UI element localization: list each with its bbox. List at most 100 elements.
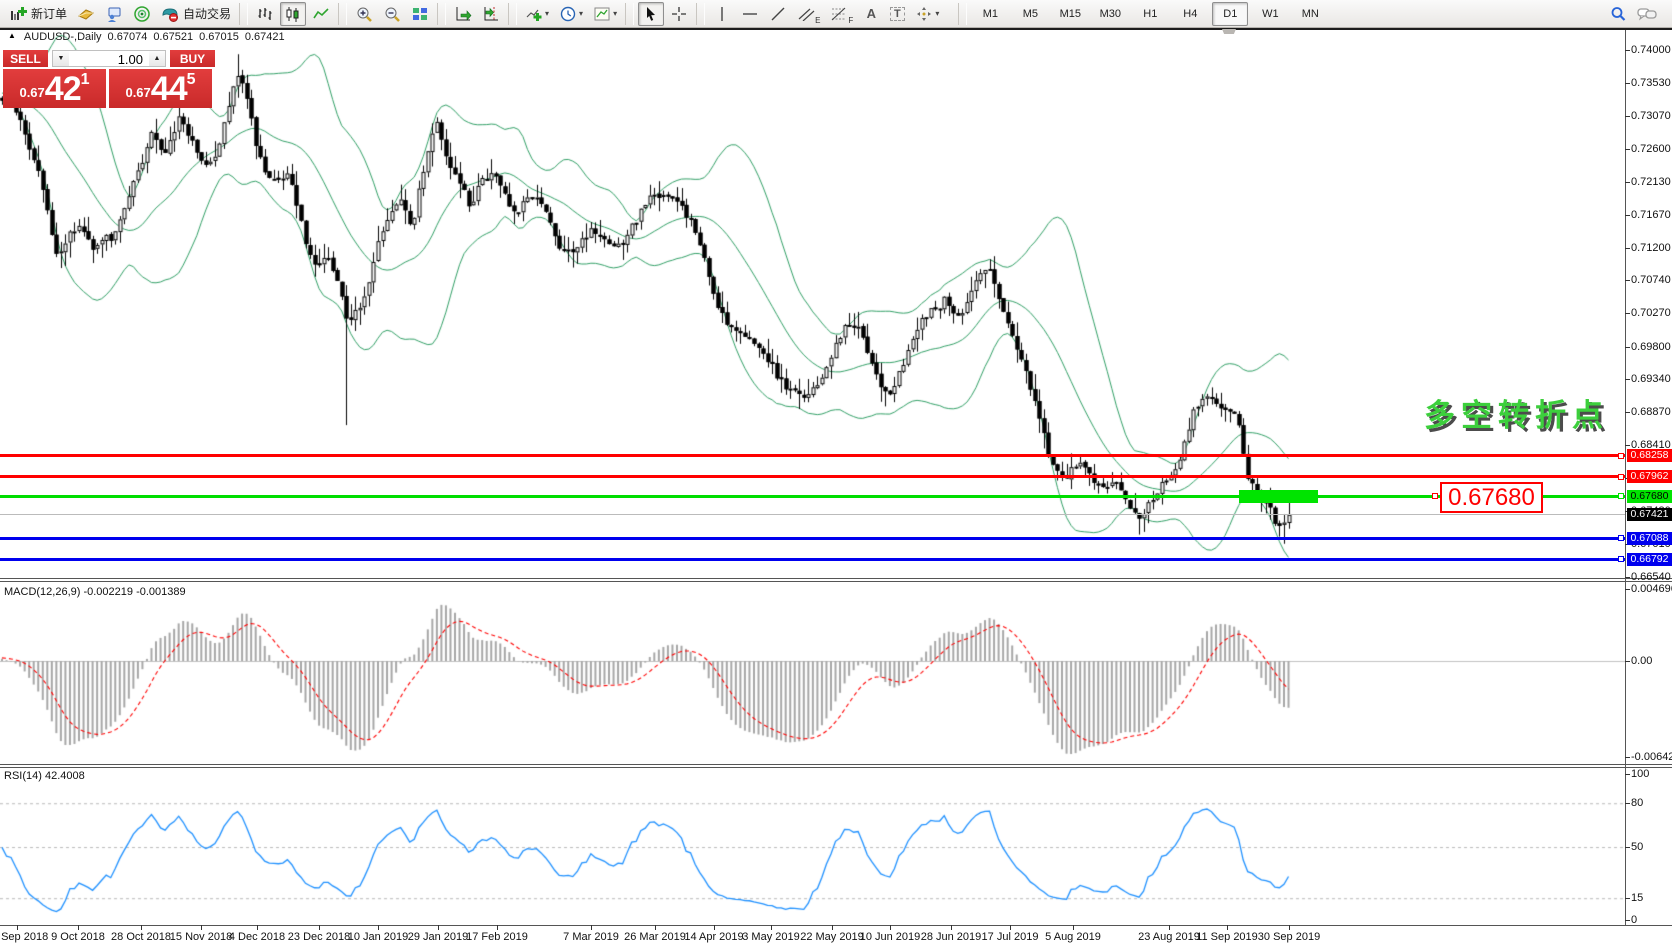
toolbar-right [1604,2,1662,26]
auto-scroll-button[interactable] [450,2,476,26]
text-label-icon: T [890,7,905,21]
price-axis-tick [1625,412,1630,413]
price-callout-box[interactable]: 0.67680 [1440,482,1543,513]
axis-anchor-handle[interactable] [1618,556,1624,562]
tile-windows-button[interactable] [407,2,433,26]
line-anchor-handle[interactable] [1432,493,1438,499]
date-label: 17 Jul 2019 [982,931,1039,943]
templates-button[interactable]: ▾ [589,2,621,26]
axis-anchor-handle[interactable] [1618,453,1624,459]
template-icon [593,5,611,23]
arrows-dropdown-arrow[interactable]: ▾ [935,9,939,18]
signals-button[interactable] [129,2,155,26]
date-tick [1169,925,1170,930]
timeframe-button-mn[interactable]: MN [1292,2,1328,26]
axis-anchor-handle[interactable] [1618,474,1624,480]
timeframe-button-m15[interactable]: M15 [1052,2,1088,26]
bar-chart-button[interactable] [252,2,278,26]
pane-separator[interactable] [0,581,1672,582]
timeframe-button-h4[interactable]: H4 [1172,2,1208,26]
hline-pivot-green[interactable] [0,495,1625,498]
pane-separator[interactable] [0,767,1672,768]
timeframe-button-w1[interactable]: W1 [1252,2,1288,26]
candlestick-chart-button[interactable] [280,2,306,26]
date-tick [438,925,439,930]
date-label: 30 Sep 2019 [1258,931,1320,943]
sell-price-pip: 1 [81,72,90,88]
fibonacci-tool[interactable]: F [826,2,857,26]
periods-button[interactable]: ▾ [555,2,587,26]
sell-price-prefix: 0.67 [19,80,44,106]
date-tick [257,925,258,930]
macd-pane-canvas[interactable] [0,582,1625,763]
chat-button[interactable] [1633,2,1661,26]
trendline-tool[interactable] [765,2,791,26]
date-label: 26 Mar 2019 [624,931,686,943]
volume-stepper: ▼ 1.00 ▲ [52,50,166,67]
timeframe-button-h1[interactable]: H1 [1132,2,1168,26]
one-click-collapse-icon[interactable]: ▲ [8,31,16,43]
rsi-pane-canvas[interactable] [0,768,1625,924]
zoom-in-button[interactable] [351,2,377,26]
turning-point-annotation[interactable]: 多空转折点 [1424,390,1609,435]
time-axis-line [0,925,1672,926]
buy-price-button[interactable]: 0.67 44 5 [109,69,212,108]
timeframe-button-m30[interactable]: M30 [1092,2,1128,26]
hline-resistance-2[interactable] [0,475,1625,478]
date-tick [591,925,592,930]
text-tool[interactable]: A [859,2,883,26]
zoom-out-button[interactable] [379,2,405,26]
date-label: 11 Sep 2019 [1196,931,1258,943]
rsi-label: RSI(14) 42.4008 [4,770,85,782]
volume-input[interactable]: 1.00 [69,51,149,66]
market-watch-button[interactable] [101,2,127,26]
crosshair-tool-button[interactable] [666,2,692,26]
horizontal-line-tool[interactable] [737,2,763,26]
arrows-tool[interactable]: ▾ [911,2,943,26]
chart-shift-button[interactable] [478,2,504,26]
toolbar: 新订单 [0,0,1672,28]
new-order-button[interactable]: 新订单 [5,2,71,26]
indicators-button[interactable]: ▾ [521,2,553,26]
date-tick [771,925,772,930]
tile-windows-icon [411,5,429,23]
volume-decrease-button[interactable]: ▼ [53,51,69,66]
periods-dropdown-arrow[interactable]: ▾ [579,9,583,18]
auto-trading-button[interactable]: 自动交易 [157,2,235,26]
hline-resistance-1[interactable] [0,454,1625,457]
search-icon [1609,5,1627,23]
timeframe-button-m5[interactable]: M5 [1012,2,1048,26]
zoom-out-icon [383,5,401,23]
search-button[interactable] [1605,2,1631,26]
highlight-rectangle[interactable] [1239,490,1318,503]
date-label: 17 Feb 2019 [466,931,528,943]
sell-price-main: 42 [45,72,81,106]
volume-increase-button[interactable]: ▲ [149,51,165,66]
axis-anchor-handle[interactable] [1618,535,1624,541]
sell-button[interactable]: SELL [3,50,48,69]
toolbar-separator [508,3,517,25]
line-chart-button[interactable] [308,2,334,26]
text-label-tool[interactable]: T [885,2,909,26]
date-tick [378,925,379,930]
trendline-icon [769,5,787,23]
timeframe-button-d1[interactable]: D1 [1212,2,1248,26]
sell-price-button[interactable]: 0.67 42 1 [3,69,106,108]
axis-anchor-handle[interactable] [1618,493,1624,499]
price-axis-tick [1625,116,1630,117]
date-label: 22 May 2019 [800,931,864,943]
hline-support-1[interactable] [0,537,1625,540]
profile-button[interactable] [73,2,99,26]
hline-support-2[interactable] [0,558,1625,561]
equidistant-channel-icon [797,7,815,21]
ohlc-low: 0.67015 [199,31,239,43]
price-axis-tick [1625,379,1630,380]
buy-button[interactable]: BUY [170,50,215,69]
channel-tool[interactable]: E [793,2,824,26]
cursor-tool-button[interactable] [638,2,664,26]
indicators-dropdown-arrow[interactable]: ▾ [545,9,549,18]
templates-dropdown-arrow[interactable]: ▾ [613,9,617,18]
vertical-line-tool[interactable] [709,2,735,26]
hline-current-price[interactable] [0,514,1625,515]
timeframe-button-m1[interactable]: M1 [972,2,1008,26]
